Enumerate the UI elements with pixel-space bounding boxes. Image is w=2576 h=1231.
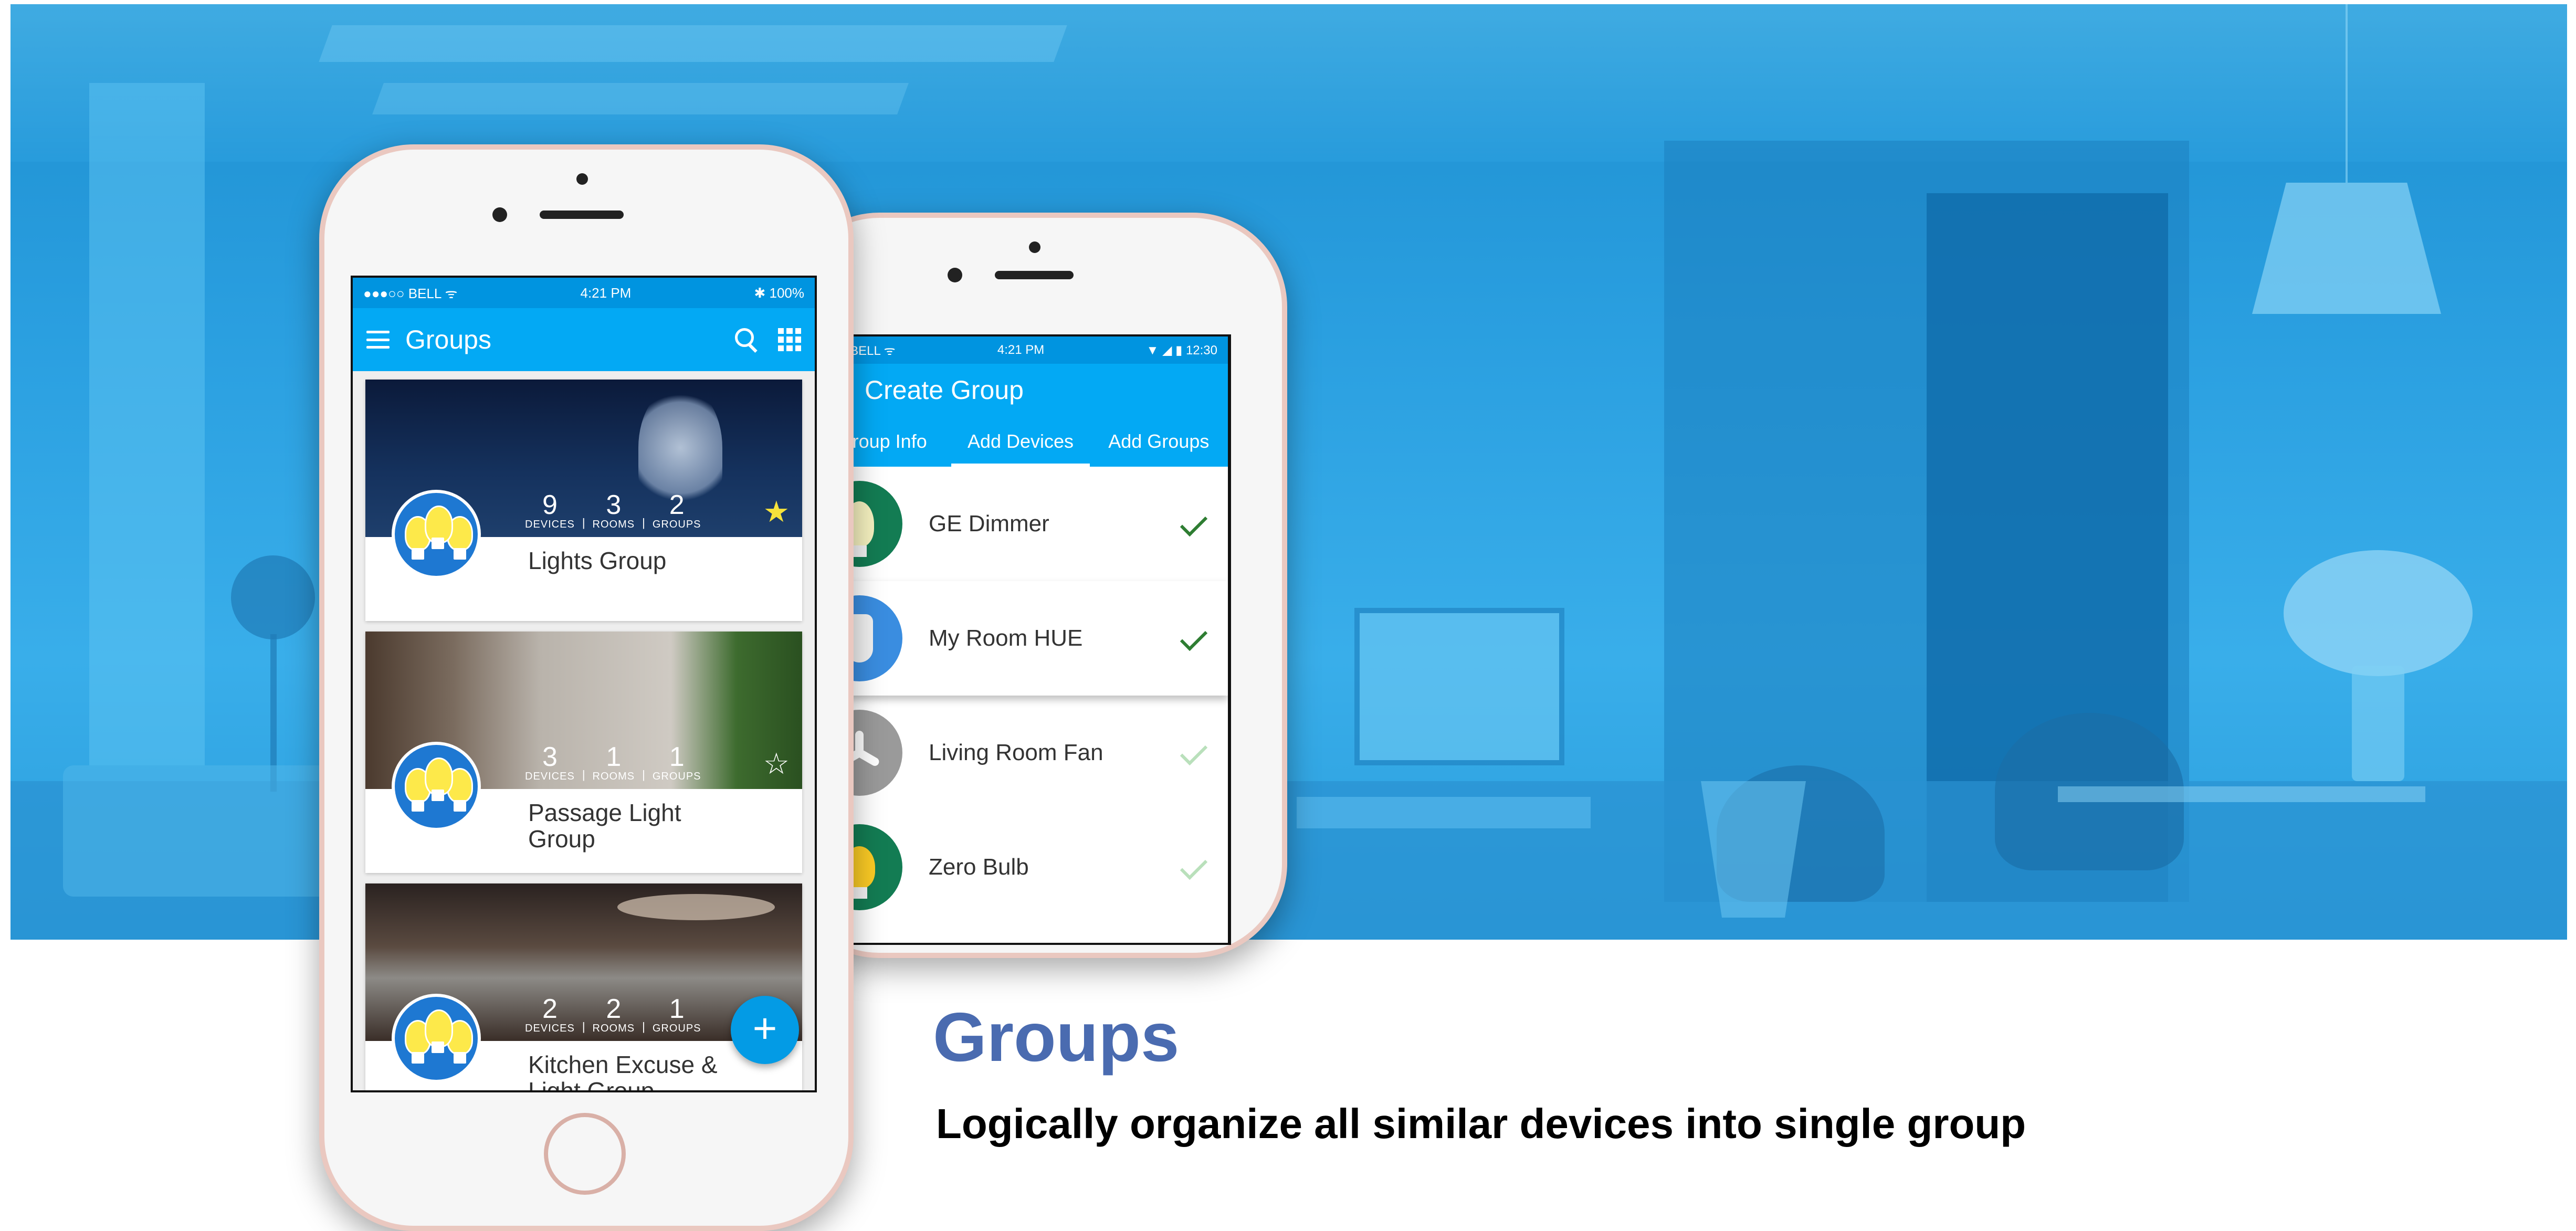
page-title: Create Group (865, 375, 1024, 405)
tv-stand (1297, 797, 1591, 828)
speaker (995, 271, 1074, 279)
lightbulbs-icon (392, 490, 481, 579)
group-card[interactable]: 2 DEVICES | 2 ROOMS | 1 GROUPS Kitchen Excu… (365, 883, 802, 1092)
rooms-count: 3 (606, 490, 622, 520)
clock: 4:21 PM (997, 343, 1045, 357)
devices-label: DEVICES (525, 771, 575, 782)
pendant-lamp (2252, 183, 2441, 314)
rooms-label: ROOMS (592, 519, 635, 530)
status-icons: ▼ ◢ ▮ 12:30 (1146, 343, 1217, 357)
list-item[interactable]: Zero Bulb (813, 810, 1228, 924)
lightbulbs-icon (392, 994, 481, 1083)
window (89, 83, 205, 765)
device-name: Zero Bulb (929, 854, 1029, 880)
television (1354, 608, 1564, 765)
groups-label: GROUPS (652, 771, 701, 782)
groups-count: 2 (669, 490, 685, 520)
group-stats: 2 DEVICES | 2 ROOMS | 1 GROUPS (518, 995, 709, 1035)
tab-add-groups[interactable]: Add Groups (1090, 416, 1228, 467)
add-group-button[interactable]: + (731, 996, 799, 1064)
home-button[interactable] (544, 1113, 626, 1195)
groups-label: GROUPS (652, 519, 701, 530)
vase (2352, 666, 2404, 781)
rooms-label: ROOMS (592, 771, 635, 782)
groups-screen: ●●●○○ BELL ᯤ 4:21 PM ✱ 100% Groups 9 DEVI… (351, 276, 817, 1092)
carrier-label: ●●●○○ BELL ᯤ (363, 286, 458, 301)
speaker (540, 211, 624, 219)
lamp-cord (2346, 4, 2348, 183)
device-name: My Room HUE (929, 625, 1083, 651)
tab-add-devices[interactable]: Add Devices (951, 416, 1090, 467)
group-name: Kitchen Excuse & Light Group (528, 1051, 718, 1092)
check-icon[interactable] (1183, 623, 1214, 654)
status-bar: ●○○ BELL ᯤ 4:21 PM ▼ ◢ ▮ 12:30 (813, 336, 1228, 364)
battery-label: ✱ 100% (754, 285, 804, 301)
feature-description: Logically organize all similar devices i… (936, 1100, 2026, 1147)
lightbulbs-icon (392, 742, 481, 831)
group-stats: 9 DEVICES | 3 ROOMS | 2 GROUPS (518, 491, 709, 531)
check-icon[interactable] (1183, 737, 1214, 769)
flowers (2284, 550, 2473, 676)
front-camera (576, 173, 588, 185)
grid-icon[interactable] (778, 328, 801, 351)
topiary (231, 555, 315, 639)
feature-title: Groups (933, 998, 1180, 1076)
group-name: Lights Group (528, 547, 667, 574)
ceiling-beam (319, 25, 1067, 62)
ceiling-beam (372, 83, 909, 114)
device-name: GE Dimmer (929, 511, 1049, 536)
page-title: Groups (405, 325, 491, 354)
rooms-label: ROOMS (592, 1023, 635, 1034)
list-item[interactable]: GE Dimmer (813, 467, 1228, 581)
table (2058, 786, 2425, 802)
device-name: Living Room Fan (929, 740, 1103, 765)
front-camera (1029, 241, 1040, 253)
status-bar: ●●●○○ BELL ᯤ 4:21 PM ✱ 100% (353, 278, 815, 308)
group-card[interactable]: 3 DEVICES | 1 ROOMS | 1 GROUPS ☆ Passage Li… (365, 632, 802, 873)
camera (492, 207, 507, 222)
rooms-count: 2 (606, 994, 622, 1024)
star-outline-icon[interactable]: ☆ (763, 749, 790, 778)
rooms-count: 1 (606, 742, 622, 772)
tab-bar: Group Info Add Devices Add Groups (813, 416, 1228, 467)
create-group-screen: ●○○ BELL ᯤ 4:21 PM ▼ ◢ ▮ 12:30 Create Gr… (811, 334, 1231, 945)
group-stats: 3 DEVICES | 1 ROOMS | 1 GROUPS (518, 743, 709, 783)
devices-label: DEVICES (525, 1023, 575, 1034)
phone-groups: ●●●○○ BELL ᯤ 4:21 PM ✱ 100% Groups 9 DEVI… (319, 144, 854, 1231)
check-icon[interactable] (1183, 508, 1214, 540)
menu-icon[interactable] (366, 331, 390, 349)
devices-count: 3 (542, 742, 558, 772)
devices-label: DEVICES (525, 519, 575, 530)
clock: 4:21 PM (580, 285, 632, 301)
list-item[interactable]: Living Room Fan (813, 696, 1228, 810)
devices-count: 9 (542, 490, 558, 520)
groups-count: 1 (669, 994, 685, 1024)
devices-count: 2 (542, 994, 558, 1024)
device-list: GE Dimmer My Room HUE Living Room Fan Ze… (813, 467, 1228, 924)
group-card[interactable]: 9 DEVICES | 3 ROOMS | 2 GROUPS ★ Lights Gro… (365, 380, 802, 621)
group-name: Passage Light Group (528, 799, 681, 853)
group-list: 9 DEVICES | 3 ROOMS | 2 GROUPS ★ Lights Gro… (353, 371, 815, 1090)
star-icon[interactable]: ★ (763, 497, 790, 527)
phone-create-group: ●○○ BELL ᯤ 4:21 PM ▼ ◢ ▮ 12:30 Create Gr… (785, 213, 1287, 958)
list-item[interactable]: My Room HUE (813, 581, 1228, 696)
search-icon[interactable] (731, 324, 762, 355)
camera (948, 268, 962, 282)
groups-count: 1 (669, 742, 685, 772)
check-icon[interactable] (1183, 851, 1214, 883)
groups-label: GROUPS (652, 1023, 701, 1034)
app-bar: Create Group (813, 364, 1228, 416)
app-bar: Groups (353, 308, 815, 371)
